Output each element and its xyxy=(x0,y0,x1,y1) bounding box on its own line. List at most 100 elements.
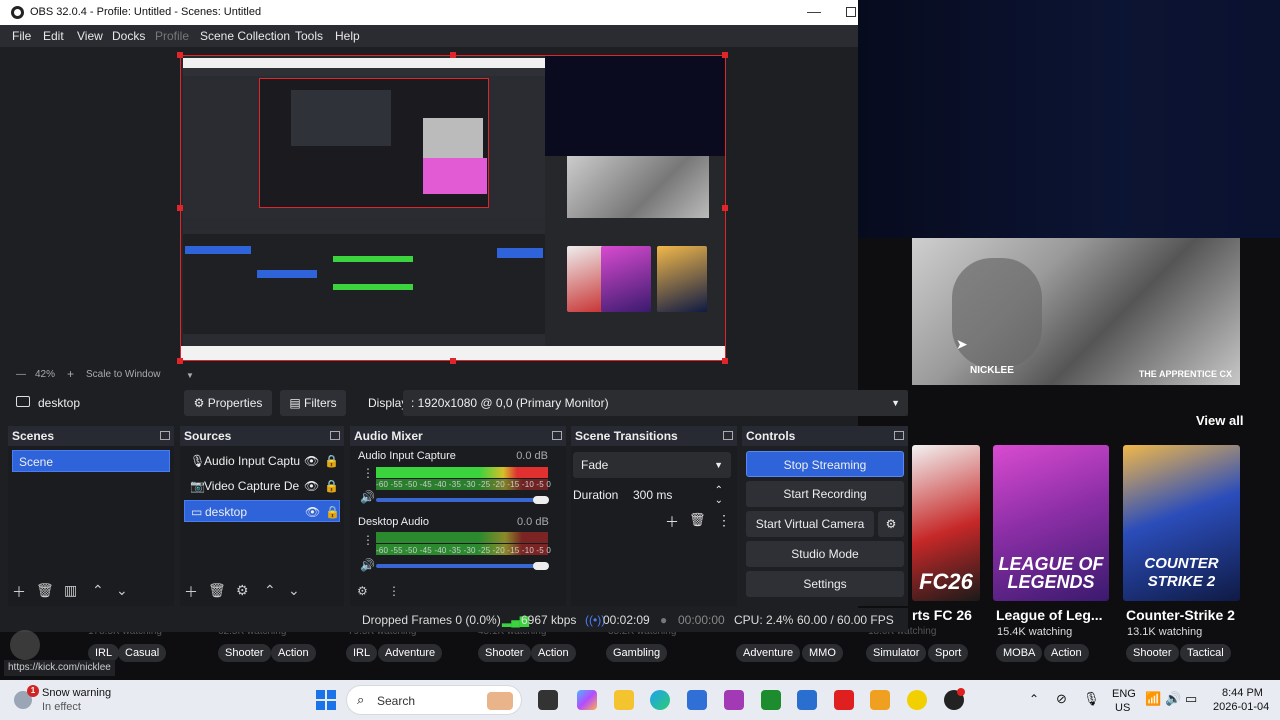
menu-edit[interactable]: Edit xyxy=(43,29,64,43)
resize-handle[interactable] xyxy=(450,358,456,364)
game-card-fc26[interactable]: FC26 xyxy=(912,445,980,601)
stop-streaming-button[interactable]: Stop Streaming xyxy=(746,451,904,477)
zoom-out-button[interactable]: — xyxy=(16,369,26,380)
resize-handle[interactable] xyxy=(722,205,728,211)
menu-view[interactable]: View xyxy=(77,29,103,43)
lock-icon[interactable]: 🔒 xyxy=(324,450,339,472)
category-tag[interactable]: Casual xyxy=(118,644,167,662)
settings-button[interactable]: Settings xyxy=(746,571,904,597)
weather-title[interactable]: Snow warning xyxy=(42,687,111,699)
category-tag[interactable]: Shooter xyxy=(218,644,271,662)
resize-handle[interactable] xyxy=(722,52,728,58)
volume-slider[interactable] xyxy=(376,498,548,502)
float-dock-icon[interactable] xyxy=(160,431,170,440)
app-icon[interactable] xyxy=(907,690,927,710)
chevron-down-icon[interactable]: ▼ xyxy=(186,371,194,380)
start-button[interactable] xyxy=(316,690,336,710)
category-tag[interactable]: Adventure xyxy=(378,644,443,662)
taskbar-search[interactable]: ⌕ Search xyxy=(346,685,522,715)
volume-icon[interactable]: 🔊 xyxy=(1165,691,1181,707)
display-select[interactable]: : 1920x1080 @ 0,0 (Primary Monitor) ▼ xyxy=(403,390,908,416)
kebab-menu-icon[interactable]: ⋮ xyxy=(388,584,400,598)
file-explorer-icon[interactable] xyxy=(614,690,634,710)
app-icon[interactable] xyxy=(870,690,890,710)
start-virtual-camera-button[interactable]: Start Virtual Camera xyxy=(746,511,874,537)
category-tag[interactable]: Action xyxy=(531,644,576,662)
menu-scene-collection[interactable]: Scene Collection xyxy=(200,29,290,43)
game-name[interactable]: rts FC 26 xyxy=(912,607,972,623)
volume-slider-handle[interactable] xyxy=(533,562,549,570)
float-dock-icon[interactable] xyxy=(723,431,733,440)
app-icon[interactable] xyxy=(724,690,744,710)
add-icon[interactable]: ＋ xyxy=(12,582,26,602)
category-tag[interactable]: Action xyxy=(1044,644,1089,662)
source-item-audio-input[interactable]: 🎙 Audio Input Captu 👁 🔒 xyxy=(184,450,340,472)
category-tag[interactable]: Shooter xyxy=(478,644,531,662)
category-tag[interactable]: Tactical xyxy=(1180,644,1231,662)
add-icon[interactable]: ＋ xyxy=(665,512,679,532)
clock-time[interactable]: 8:44 PM xyxy=(1222,687,1263,699)
microphone-icon[interactable]: 🎙 xyxy=(1083,691,1100,707)
category-tag[interactable]: Sport xyxy=(928,644,969,662)
float-dock-icon[interactable] xyxy=(330,431,340,440)
category-tag[interactable]: IRL xyxy=(346,644,378,662)
studio-mode-button[interactable]: Studio Mode xyxy=(746,541,904,567)
edge-icon[interactable] xyxy=(650,690,670,710)
float-dock-icon[interactable] xyxy=(552,431,562,440)
scene-item[interactable]: Scene xyxy=(12,450,170,472)
menu-file[interactable]: File xyxy=(12,29,31,43)
resize-handle[interactable] xyxy=(177,52,183,58)
filter-icon[interactable]: ▥ xyxy=(64,582,77,599)
background-webcam-view[interactable]: NICKLEE THE APPRENTICE CX xyxy=(912,238,1240,385)
view-all-link[interactable]: View all xyxy=(1196,413,1243,428)
battery-icon[interactable]: ▭ xyxy=(1185,691,1197,707)
category-tag[interactable]: Gambling xyxy=(606,644,668,662)
filters-button[interactable]: ▤ Filters xyxy=(280,390,346,416)
outlook-icon[interactable] xyxy=(797,690,817,710)
eye-icon[interactable]: 👁 xyxy=(305,501,320,523)
virtual-camera-settings-button[interactable]: ⚙ xyxy=(878,511,904,537)
task-view-icon[interactable] xyxy=(538,690,558,710)
speaker-icon[interactable]: 🔊 xyxy=(360,490,375,504)
resize-handle[interactable] xyxy=(450,52,456,58)
menu-help[interactable]: Help xyxy=(335,29,360,43)
chevron-up-icon[interactable]: ⌃ xyxy=(1029,692,1039,706)
menu-tools[interactable]: Tools xyxy=(295,29,323,43)
category-tag[interactable]: Adventure xyxy=(736,644,801,662)
resize-handle[interactable] xyxy=(177,358,183,364)
category-tag[interactable]: Action xyxy=(271,644,316,662)
maximize-button[interactable] xyxy=(846,7,856,17)
game-card-counter-strike-2[interactable]: COUNTER STRIKE 2 xyxy=(1123,445,1240,601)
store-icon[interactable] xyxy=(687,690,707,710)
language-top[interactable]: ENG xyxy=(1112,688,1136,700)
volume-slider[interactable] xyxy=(376,564,548,568)
resize-handle[interactable] xyxy=(177,205,183,211)
speaker-icon[interactable]: 🔊 xyxy=(360,558,375,572)
minimize-button[interactable]: — xyxy=(806,3,822,21)
game-name[interactable]: League of Leg... xyxy=(996,607,1103,623)
menu-docks[interactable]: Docks xyxy=(112,29,145,43)
mixer-settings-icon[interactable]: ⚙ xyxy=(357,584,368,598)
wifi-icon[interactable]: 📶 xyxy=(1145,691,1161,707)
float-dock-icon[interactable] xyxy=(894,431,904,440)
start-recording-button[interactable]: Start Recording xyxy=(746,481,904,507)
move-up-icon[interactable]: ⌃ xyxy=(92,582,104,599)
lock-icon[interactable]: 🔒 xyxy=(325,501,340,523)
transition-select[interactable]: Fade ▼ xyxy=(573,452,731,478)
lock-icon[interactable]: 🔒 xyxy=(324,475,339,497)
move-down-icon[interactable]: ⌄ xyxy=(288,582,300,599)
kebab-menu-icon[interactable]: ⋮ xyxy=(362,533,374,547)
trash-icon[interactable]: 🗑 xyxy=(208,582,226,599)
add-icon[interactable]: ＋ xyxy=(184,582,198,602)
move-down-icon[interactable]: ⌄ xyxy=(116,582,128,599)
game-card-league-of-legends[interactable]: LEAGUE OF LEGENDS xyxy=(993,445,1109,601)
resize-handle[interactable] xyxy=(722,358,728,364)
source-item-video-capture[interactable]: 📷 Video Capture De 👁 🔒 xyxy=(184,475,340,497)
category-tag[interactable]: MOBA xyxy=(996,644,1043,662)
category-tag[interactable]: MMO xyxy=(802,644,843,662)
gear-icon[interactable]: ⚙ xyxy=(236,582,249,599)
volume-slider-handle[interactable] xyxy=(533,496,549,504)
properties-button[interactable]: ⚙ Properties xyxy=(184,390,272,416)
eye-icon[interactable]: 👁 xyxy=(304,450,319,472)
game-name[interactable]: Counter-Strike 2 xyxy=(1126,607,1235,623)
